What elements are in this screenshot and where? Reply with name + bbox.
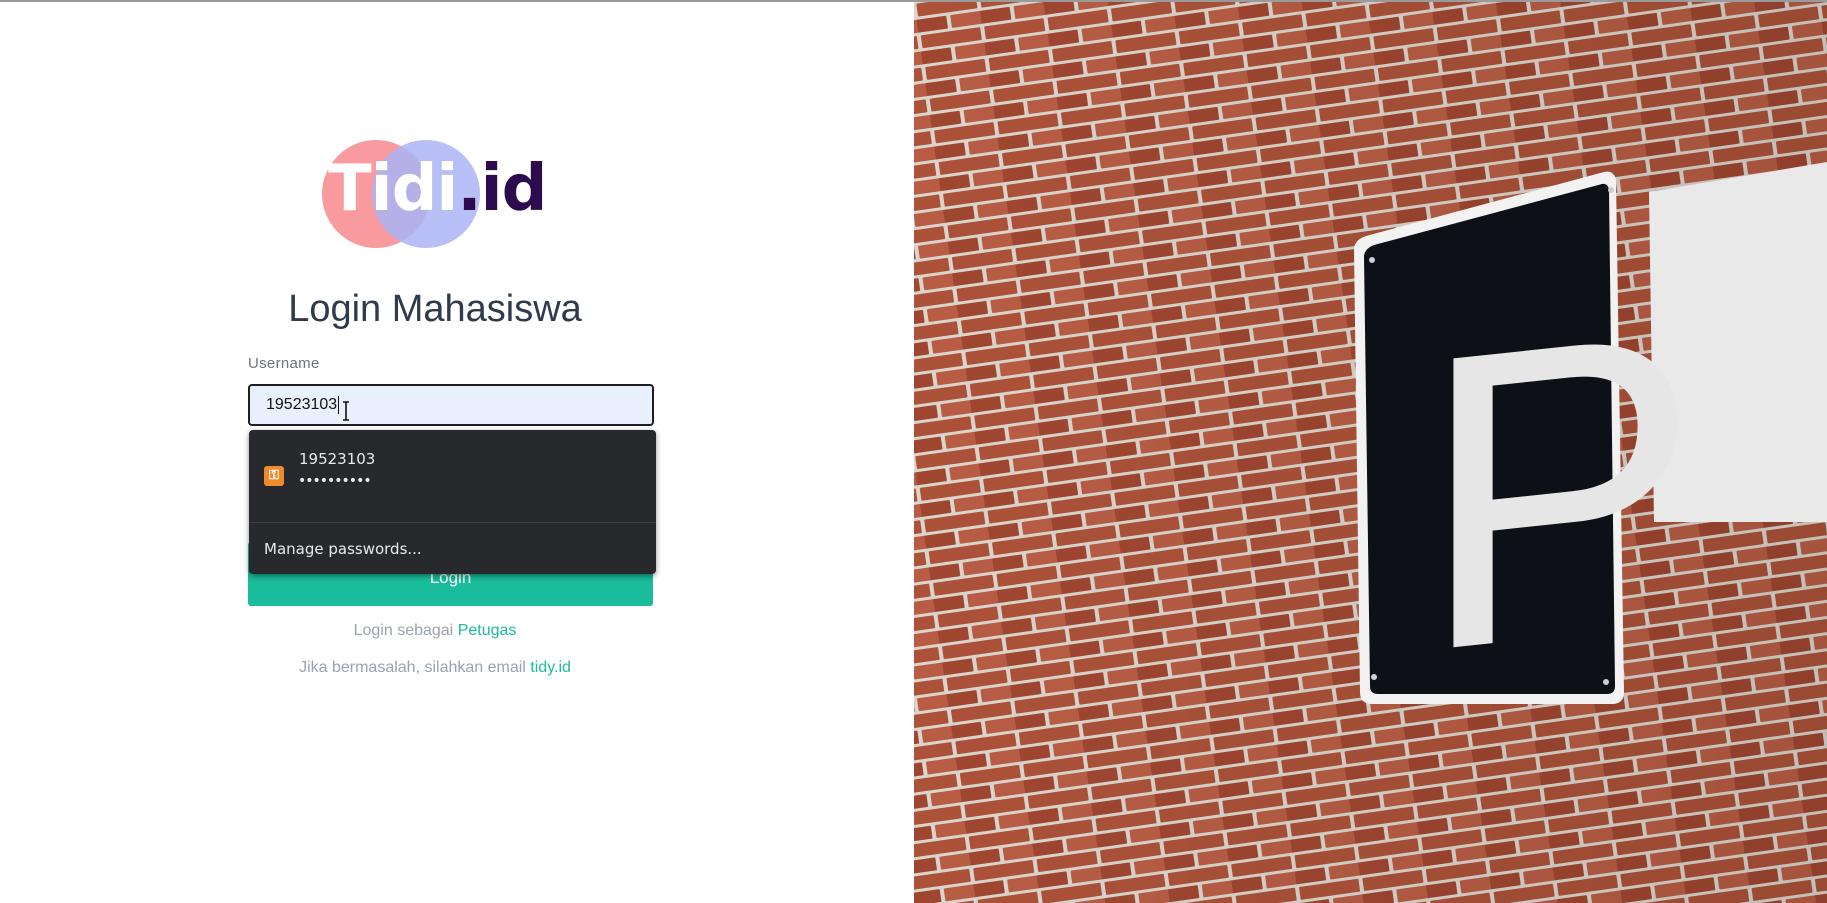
password-autofill-dropdown: ⚿ 19523103 •••••••••• Manage passwords..… <box>249 430 656 574</box>
alt-login-prefix: Login sebagai <box>353 622 458 639</box>
logo-main-text: Tidi <box>328 152 458 226</box>
brick-wall-photo: P <box>914 2 1827 903</box>
brand-logo: Tidi.id <box>320 138 550 248</box>
suggestion-password-mask: •••••••••• <box>298 473 372 489</box>
key-icon: ⚿ <box>264 466 284 486</box>
login-panel: Tidi.id Login Mahasiswa Username 1952310… <box>0 2 914 903</box>
ibeam-cursor-icon <box>343 401 349 421</box>
suggestion-username: 19523103 <box>299 450 376 468</box>
username-label: Username <box>248 355 320 372</box>
username-input[interactable]: 19523103 <box>248 384 654 426</box>
dropdown-divider <box>249 522 656 523</box>
help-email-link[interactable]: tidy.id <box>530 659 571 676</box>
help-text: Jika bermasalah, silahkan email tidy.id <box>230 659 640 677</box>
parking-sign: P <box>1354 171 1699 741</box>
sign-letter: P <box>1419 243 1699 741</box>
username-input-value: 19523103 <box>266 396 338 413</box>
autofill-suggestion[interactable]: ⚿ 19523103 •••••••••• <box>249 430 656 522</box>
logo-text: Tidi.id <box>328 152 547 226</box>
hero-image: P <box>914 2 1827 903</box>
text-caret <box>338 395 340 414</box>
petugas-link[interactable]: Petugas <box>458 622 517 639</box>
manage-passwords-link[interactable]: Manage passwords... <box>264 540 422 558</box>
help-prefix: Jika bermasalah, silahkan email <box>299 659 531 676</box>
alt-login-text: Login sebagai Petugas <box>230 622 640 640</box>
logo-suffix-text: .id <box>457 152 547 226</box>
page-title: Login Mahasiswa <box>288 288 582 330</box>
